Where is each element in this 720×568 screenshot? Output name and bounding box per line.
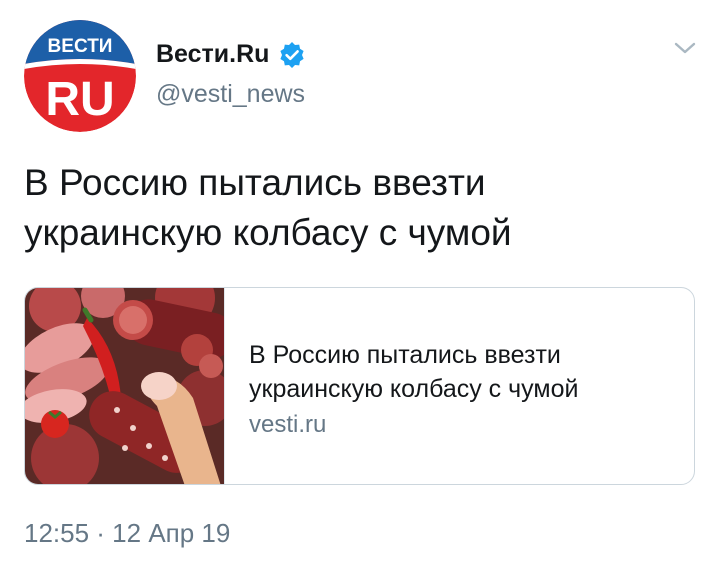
card-body: В Россию пытались ввезти украинскую колб… <box>249 338 679 439</box>
tweet-text-line: В Россию пытались ввезти <box>24 162 486 203</box>
tweet: ВЕСТИ RU Вести.Ru @vesti_news В Россию п… <box>0 0 720 568</box>
avatar-text-bottom: RU <box>45 73 114 126</box>
tweet-text-line: украинскую колбасу с чумой <box>24 212 512 253</box>
sausage-photo <box>25 288 224 484</box>
vesti-logo: ВЕСТИ RU <box>24 20 136 132</box>
avatar[interactable]: ВЕСТИ RU <box>24 20 136 132</box>
chevron-down-icon[interactable] <box>672 38 698 58</box>
avatar-text-top: ВЕСТИ <box>48 36 113 57</box>
display-name[interactable]: Вести.Ru <box>156 40 269 69</box>
card-title: В Россию пытались ввезти украинскую колб… <box>249 338 679 406</box>
link-card[interactable]: В Россию пытались ввезти украинскую колб… <box>24 287 695 485</box>
card-title-line: украинскую колбасу с чумой <box>249 375 579 403</box>
card-title-line: В Россию пытались ввезти <box>249 341 561 369</box>
handle[interactable]: @vesti_news <box>156 80 305 109</box>
verified-badge-icon <box>280 41 305 68</box>
card-image <box>25 288 225 484</box>
card-domain: vesti.ru <box>249 411 327 438</box>
tweet-text: В Россию пытались ввезти украинскую колб… <box>24 158 684 258</box>
name-row: Вести.Ru <box>156 40 305 69</box>
timestamp[interactable]: 12:55 · 12 Апр 19 <box>24 518 230 549</box>
